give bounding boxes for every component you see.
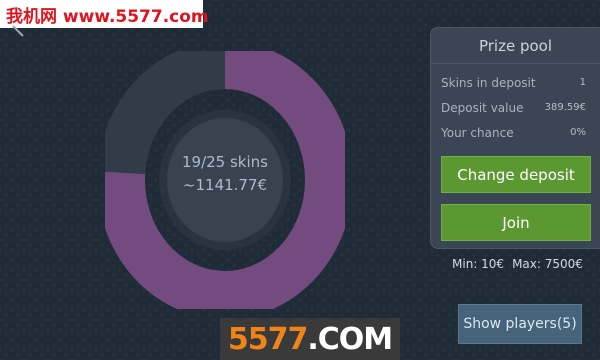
stat-row-skins: Skins in deposit 1: [441, 70, 600, 95]
show-players-button[interactable]: Show players(5): [458, 304, 582, 344]
watermark-logo: 5577 .COM: [220, 318, 400, 360]
watermark-text: 我机网 www.5577.com: [6, 6, 209, 27]
stat-value: 1: [579, 77, 586, 88]
watermark-number: 5577: [227, 321, 308, 357]
pot-donut: 19/25 skins ~1141.77€: [105, 51, 345, 309]
prize-pool-panel: Prize pool Skins in deposit 1 Deposit va…: [430, 27, 600, 249]
join-button[interactable]: Join: [441, 204, 591, 241]
stat-row-chance: Your chance 0%: [441, 120, 600, 145]
stat-row-deposit-value: Deposit value 389.59€: [441, 95, 600, 120]
pot-summary: 19/25 skins ~1141.77€: [105, 151, 345, 197]
stat-label: Deposit value: [441, 100, 524, 115]
stat-value: 389.59€: [544, 102, 586, 113]
prize-pool-title: Prize pool: [431, 28, 600, 64]
stat-label: Skins in deposit: [441, 75, 536, 90]
change-deposit-button[interactable]: Change deposit: [441, 156, 591, 193]
max-limit: Max: 7500€: [512, 257, 583, 271]
pot-skins-count: 19/25 skins: [182, 153, 268, 171]
stat-value: 0%: [570, 127, 586, 138]
min-limit: Min: 10€: [452, 257, 505, 271]
back-arrow-icon[interactable]: [10, 24, 32, 40]
deposit-limits: Min: 10€ Max: 7500€: [452, 257, 583, 271]
watermark-suffix: .COM: [307, 321, 393, 357]
stat-label: Your chance: [441, 125, 514, 140]
pot-total-value: ~1141.77€: [182, 176, 268, 194]
prize-pool-stats: Skins in deposit 1 Deposit value 389.59€…: [431, 70, 600, 145]
